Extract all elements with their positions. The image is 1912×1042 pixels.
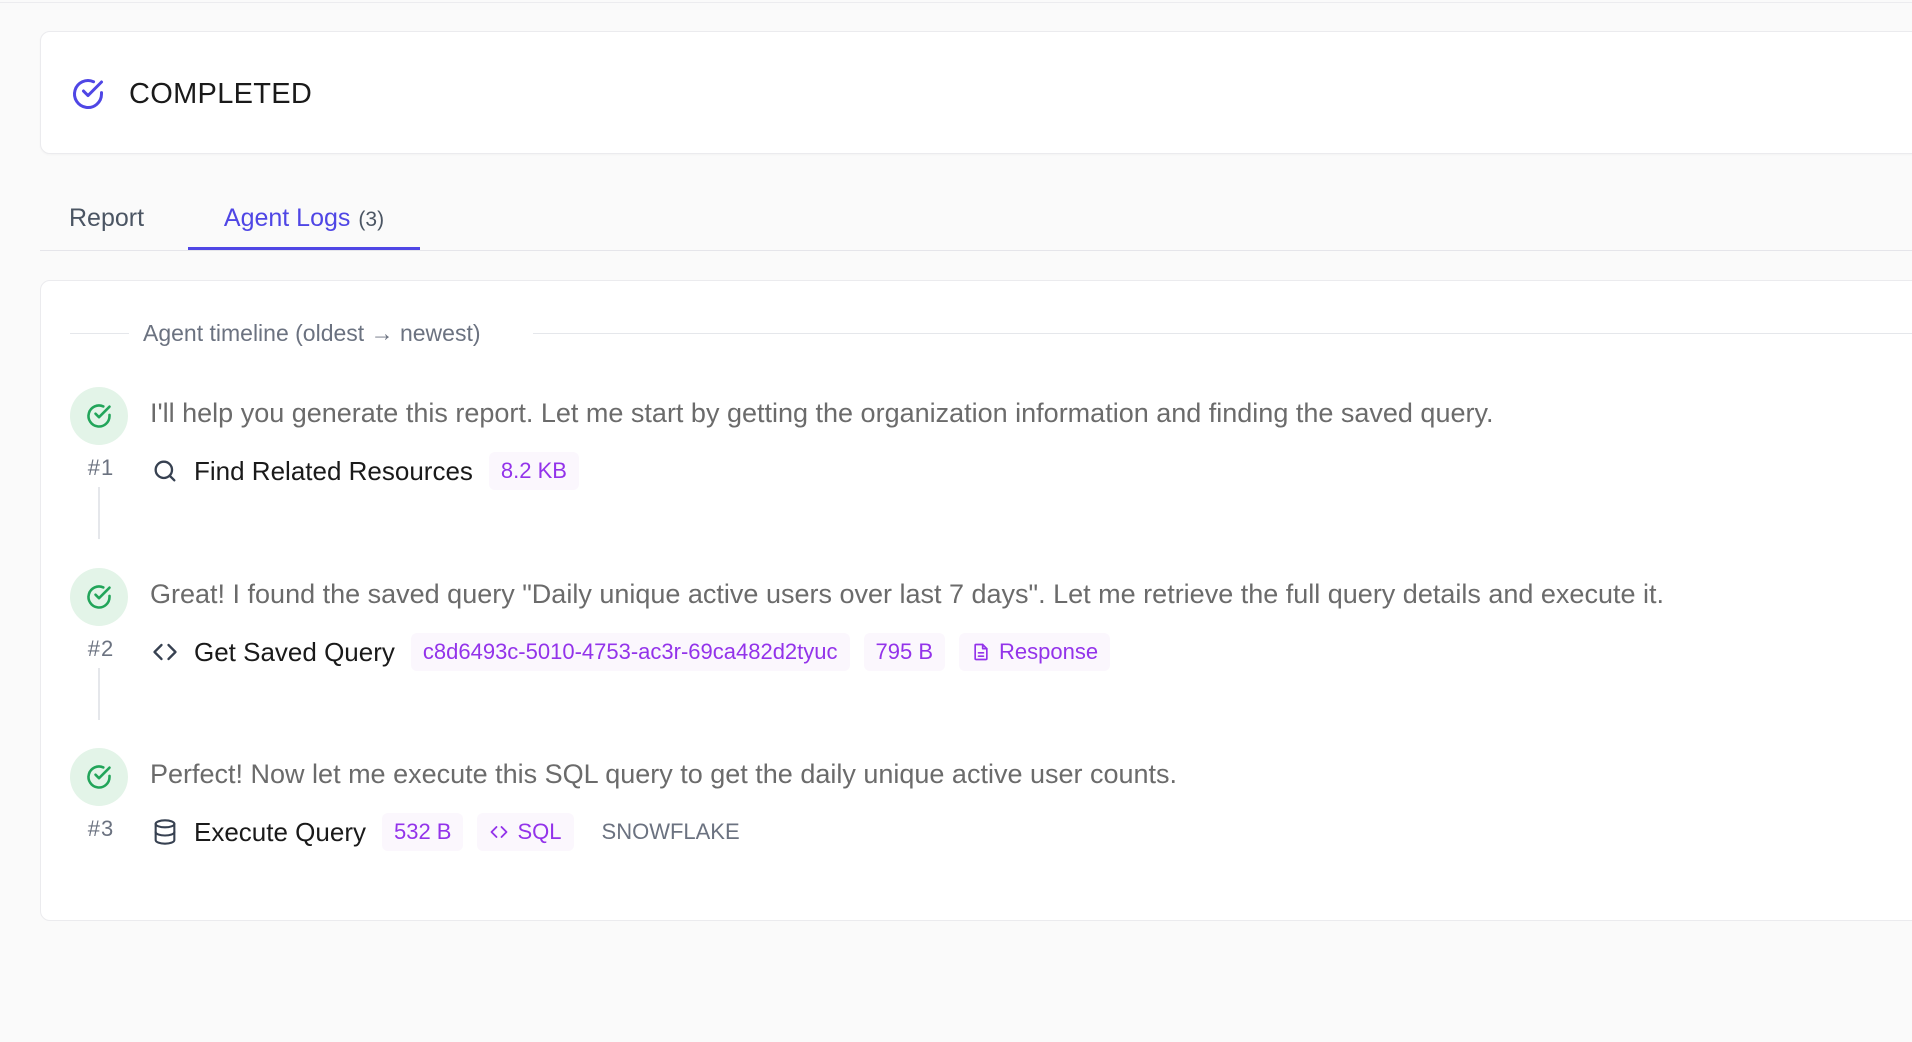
check-circle-icon	[87, 765, 111, 789]
step-action[interactable]: Execute Query 532 B SQL SNOWFLAKE	[150, 810, 740, 854]
top-divider	[0, 2, 1912, 3]
step-message: Great! I found the saved query "Daily un…	[150, 579, 1664, 609]
sql-button-label: SQL	[517, 819, 562, 844]
step-action[interactable]: Find Related Resources 8.2 KB	[150, 449, 593, 493]
size-badge: 532 B	[381, 813, 464, 851]
step-number: #3	[87, 816, 115, 841]
action-name: Get Saved Query	[194, 636, 395, 667]
database-icon	[150, 817, 180, 847]
tab-report-label: Report	[69, 204, 145, 232]
response-button[interactable]: Response	[959, 633, 1111, 671]
step-status-badge	[70, 387, 128, 445]
code-icon	[150, 637, 180, 667]
step-number: #1	[87, 455, 115, 480]
timeline-step: #1 I'll help you generate this report. L…	[41, 387, 1912, 539]
timeline-connector	[98, 668, 100, 720]
step-message: Perfect! Now let me execute this SQL que…	[150, 759, 1178, 789]
step-message: I'll help you generate this report. Let …	[150, 398, 1494, 428]
action-name: Execute Query	[194, 816, 366, 847]
document-icon	[974, 643, 988, 661]
sql-button[interactable]: SQL	[477, 813, 574, 851]
step-number: #2	[87, 636, 115, 661]
query-id-badge[interactable]: c8d6493c-5010-4753-ac3r-69ca482d2tyuc	[410, 633, 850, 671]
timeline-step: #3 Perfect! Now let me execute this SQL …	[41, 748, 1912, 898]
response-button-label: Response	[999, 639, 1099, 664]
check-circle-icon	[73, 79, 103, 109]
tab-agent-logs[interactable]: Agent Logs (3)	[188, 194, 420, 250]
size-badge: 795 B	[863, 633, 946, 671]
step-action[interactable]: Get Saved Query c8d6493c-5010-4753-ac3r-…	[150, 630, 1124, 674]
tab-agent-logs-label: Agent Logs	[223, 204, 351, 232]
timeline-card: Agent timeline (oldest → newest) #1 I'll…	[40, 280, 1912, 921]
tab-agent-logs-count: (3)	[358, 208, 385, 231]
status-label: COMPLETED	[129, 78, 313, 110]
timeline-header-divider	[533, 333, 1912, 334]
check-circle-icon	[87, 404, 111, 428]
warehouse-tag: SNOWFLAKE	[601, 819, 740, 844]
status-card: COMPLETED	[40, 31, 1912, 154]
check-circle-icon	[87, 585, 111, 609]
search-icon	[150, 456, 180, 486]
step-status-badge	[70, 748, 128, 806]
timeline-connector	[98, 487, 100, 539]
tab-bar: Report Agent Logs (3)	[40, 194, 1912, 251]
timeline-step: #2 Great! I found the saved query "Daily…	[41, 568, 1912, 720]
step-status-badge	[70, 568, 128, 626]
action-name: Find Related Resources	[194, 455, 473, 486]
tab-report[interactable]: Report	[69, 194, 144, 250]
timeline-header-divider	[70, 333, 129, 334]
timeline-header: Agent timeline (oldest → newest)	[143, 320, 481, 346]
code-icon	[491, 826, 508, 838]
size-badge: 8.2 KB	[488, 452, 579, 490]
